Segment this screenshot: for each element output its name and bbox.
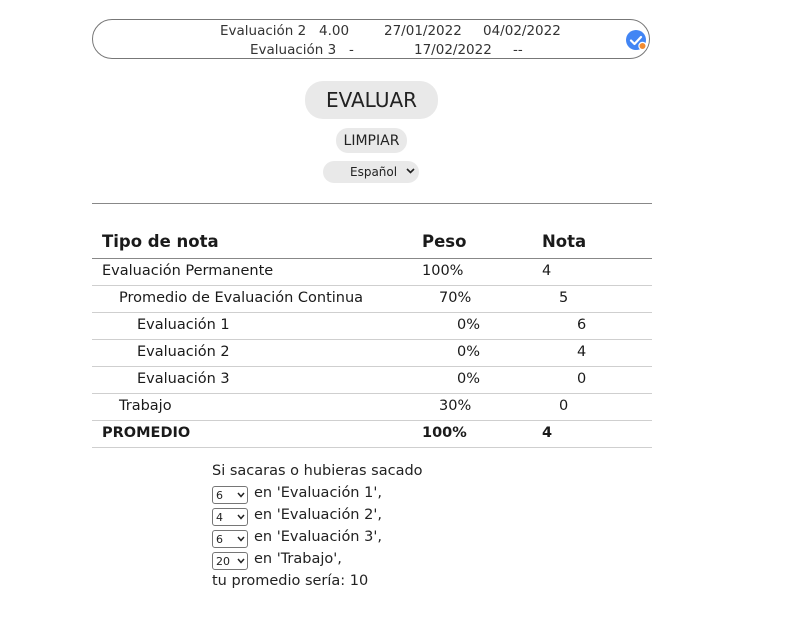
simulation-result: tu promedio sería: 10 xyxy=(212,573,369,589)
summary-start-date: 27/01/2022 xyxy=(384,23,462,39)
row-grade: 0 xyxy=(577,371,587,387)
evaluation-summary-box: Evaluación 2 4.00 27/01/2022 04/02/2022 … xyxy=(92,19,650,59)
chevron-down-icon xyxy=(406,168,415,174)
grades-table: Tipo de nota Peso Nota Evaluación Perman… xyxy=(92,225,652,448)
row-label: Promedio de Evaluación Continua xyxy=(119,290,364,306)
chevron-down-icon xyxy=(237,536,245,542)
summary-name: Evaluación 2 xyxy=(220,23,307,39)
grade-select-value: 4 xyxy=(216,511,223,524)
table-header-row: Tipo de nota Peso Nota xyxy=(92,225,652,259)
grade-select[interactable]: 6 xyxy=(212,486,248,504)
row-grade: 4 xyxy=(542,425,553,441)
row-label: Evaluación 1 xyxy=(137,317,230,333)
row-weight: 100% xyxy=(422,425,467,441)
row-grade: 4 xyxy=(542,263,552,279)
limpiar-button[interactable]: LIMPIAR xyxy=(336,128,407,153)
row-grade: 6 xyxy=(577,317,587,333)
simulation-text: en 'Evaluación 1', xyxy=(254,485,382,501)
row-weight: 0% xyxy=(457,344,481,360)
grade-select[interactable]: 4 xyxy=(212,508,248,526)
row-label: Evaluación 2 xyxy=(137,344,230,360)
row-label: Evaluación 3 xyxy=(137,371,230,387)
grade-select-value: 6 xyxy=(216,533,223,546)
row-label: PROMEDIO xyxy=(102,425,191,441)
row-weight: 30% xyxy=(439,398,472,414)
grade-select-value: 6 xyxy=(216,489,223,502)
chevron-down-icon xyxy=(237,558,245,564)
table-row-total: PROMEDIO 100% 4 xyxy=(92,421,652,448)
summary-start-date: 17/02/2022 xyxy=(414,42,492,58)
summary-grade: 4.00 xyxy=(319,23,350,39)
grade-select[interactable]: 6 xyxy=(212,530,248,548)
summary-row: Evaluación 3 - 17/02/2022 -- xyxy=(93,42,649,60)
row-grade: 5 xyxy=(559,290,569,306)
summary-row: Evaluación 2 4.00 27/01/2022 04/02/2022 xyxy=(93,23,649,41)
row-label: Evaluación Permanente xyxy=(102,263,274,279)
evaluar-button[interactable]: EVALUAR xyxy=(305,81,438,119)
simulation-text: en 'Evaluación 2', xyxy=(254,507,382,523)
header-type: Tipo de nota xyxy=(102,232,219,251)
simulation-text: en 'Evaluación 3', xyxy=(254,529,382,545)
grade-select[interactable]: 20 xyxy=(212,552,248,570)
row-grade: 4 xyxy=(577,344,587,360)
language-selected-label: Español xyxy=(350,165,398,179)
summary-name: Evaluación 3 xyxy=(250,42,337,58)
row-label: Trabajo xyxy=(119,398,172,414)
row-grade: 0 xyxy=(559,398,569,414)
section-divider xyxy=(92,203,652,204)
table-row: Evaluación 3 0% 0 xyxy=(92,367,652,394)
summary-grade: - xyxy=(349,42,354,58)
simulation-text: en 'Trabajo', xyxy=(254,551,342,567)
check-circle-icon[interactable] xyxy=(625,29,647,51)
row-weight: 70% xyxy=(439,290,472,306)
grade-select-value: 20 xyxy=(216,555,230,568)
table-row: Evaluación Permanente 100% 4 xyxy=(92,259,652,286)
simulation-intro: Si sacaras o hubieras sacado xyxy=(212,463,423,479)
table-row: Evaluación 2 0% 4 xyxy=(92,340,652,367)
table-row: Trabajo 30% 0 xyxy=(92,394,652,421)
header-grade: Nota xyxy=(542,232,587,251)
table-row: Promedio de Evaluación Continua 70% 5 xyxy=(92,286,652,313)
summary-end-date: -- xyxy=(513,42,523,58)
row-weight: 0% xyxy=(457,371,481,387)
language-select[interactable]: Español xyxy=(323,161,419,183)
header-weight: Peso xyxy=(422,232,467,251)
row-weight: 0% xyxy=(457,317,481,333)
chevron-down-icon xyxy=(237,514,245,520)
chevron-down-icon xyxy=(237,492,245,498)
summary-end-date: 04/02/2022 xyxy=(483,23,561,39)
row-weight: 100% xyxy=(422,263,464,279)
table-row: Evaluación 1 0% 6 xyxy=(92,313,652,340)
